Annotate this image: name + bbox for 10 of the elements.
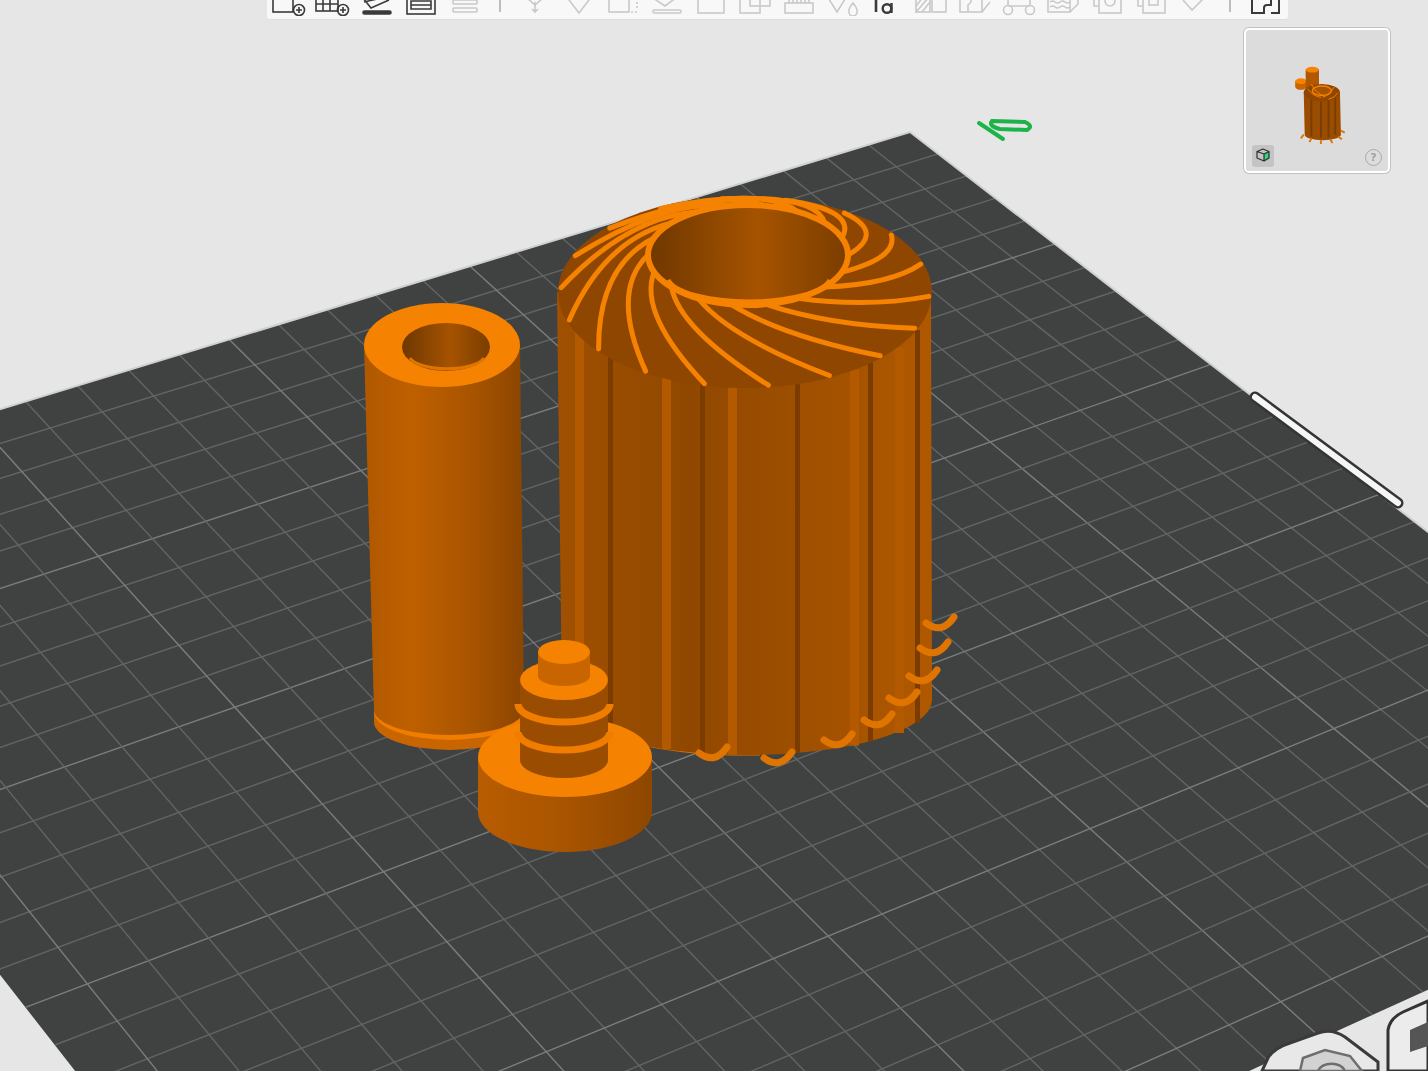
layout-icon[interactable] — [403, 0, 439, 16]
grid-plus-icon[interactable] — [315, 0, 351, 16]
fan-model[interactable] — [557, 195, 958, 767]
knob-model[interactable] — [478, 640, 652, 852]
tube-model[interactable] — [364, 303, 526, 750]
plate-number-drawing — [977, 119, 1033, 141]
slant-lines-icon[interactable] — [359, 0, 395, 16]
cube-icon[interactable] — [1252, 145, 1274, 167]
hexagon-icon[interactable] — [1260, 1029, 1380, 1071]
box-plus-icon[interactable] — [271, 0, 307, 16]
